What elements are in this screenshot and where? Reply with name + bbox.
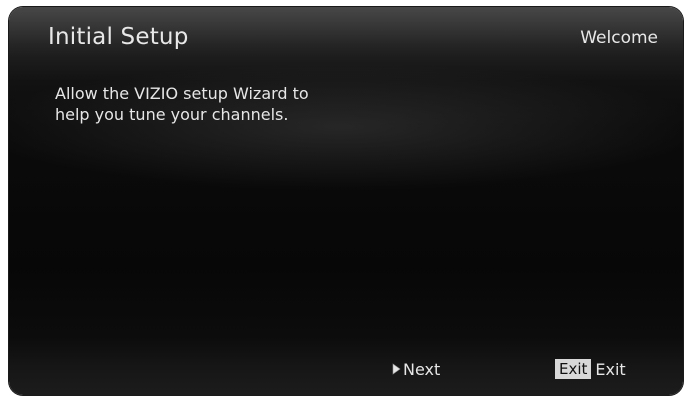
play-arrow-icon xyxy=(392,363,401,375)
exit-label: Exit xyxy=(595,359,626,379)
instruction-line-1: Allow the VIZIO setup Wizard to xyxy=(55,84,309,103)
page-title: Initial Setup xyxy=(48,24,189,50)
setup-screen: Initial Setup Welcome Allow the VIZIO se… xyxy=(9,7,683,395)
instruction-text: Allow the VIZIO setup Wizard to help you… xyxy=(55,83,415,125)
step-label: Welcome xyxy=(580,28,658,48)
next-label: Next xyxy=(403,359,441,379)
instruction-line-2: help you tune your channels. xyxy=(55,105,289,124)
exit-key-badge: Exit xyxy=(555,359,592,379)
exit-button[interactable]: Exit Exit xyxy=(555,358,626,380)
next-button[interactable]: Next xyxy=(392,358,440,380)
